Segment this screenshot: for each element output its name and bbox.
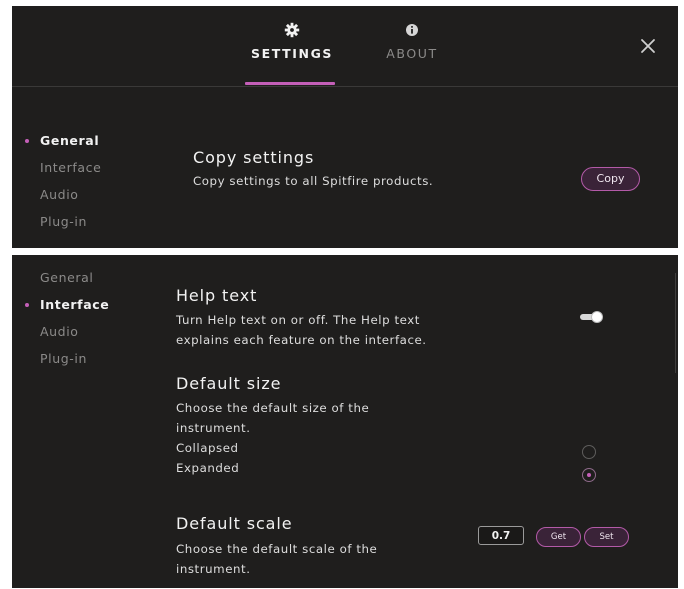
toggle-knob — [592, 312, 602, 322]
sidebar-item-general[interactable]: General — [12, 269, 152, 296]
size-option-expanded-radio[interactable] — [582, 468, 596, 482]
default-scale-title: Default scale — [176, 514, 293, 533]
close-icon[interactable] — [638, 36, 658, 56]
sidebar-item-label: Plug-in — [40, 214, 87, 229]
default-scale-description: Choose the default scale of the instrume… — [176, 539, 496, 579]
default-size-description-line: instrument. — [176, 421, 251, 435]
gear-icon — [284, 22, 300, 38]
settings-panel-general: SETTINGS ABOUT General Interface Audio P… — [12, 6, 678, 248]
active-dot — [25, 303, 29, 307]
tab-about[interactable]: ABOUT — [352, 6, 472, 86]
size-option-collapsed-label: Collapsed — [176, 441, 239, 455]
active-tab-indicator — [245, 82, 335, 85]
sidebar-item-label: Interface — [40, 297, 110, 312]
sidebar-item-audio[interactable]: Audio — [12, 323, 152, 350]
sidebar-item-label: Interface — [40, 160, 102, 175]
help-text-title: Help text — [176, 286, 258, 305]
info-icon — [406, 24, 418, 36]
size-option-expanded-label: Expanded — [176, 461, 240, 475]
default-size-description-line: Choose the default size of the — [176, 401, 370, 415]
sidebar-item-label: Audio — [40, 187, 79, 202]
help-text-description: Turn Help text on or off. The Help text … — [176, 310, 496, 350]
settings-sidebar: General Interface Audio Plug-in — [12, 132, 152, 240]
scrollbar[interactable] — [675, 273, 679, 373]
default-scale-input[interactable] — [478, 526, 524, 545]
active-dot — [25, 139, 29, 143]
set-scale-button[interactable]: Set — [584, 527, 629, 547]
help-text-toggle[interactable] — [580, 312, 602, 322]
sidebar-item-general[interactable]: General — [12, 132, 152, 159]
help-text-description-line: Turn Help text on or off. The Help text — [176, 313, 420, 327]
sidebar-item-plugin[interactable]: Plug-in — [12, 350, 152, 377]
sidebar-item-interface[interactable]: Interface — [12, 296, 152, 323]
sidebar-item-label: General — [40, 270, 94, 285]
default-size-title: Default size — [176, 374, 282, 393]
sidebar-item-label: Plug-in — [40, 351, 87, 366]
copy-button[interactable]: Copy — [581, 167, 640, 191]
settings-sidebar: General Interface Audio Plug-in — [12, 269, 152, 377]
tab-settings-label: SETTINGS — [250, 46, 334, 61]
settings-header: SETTINGS ABOUT — [12, 6, 678, 87]
help-text-description-line: explains each feature on the interface. — [176, 333, 427, 347]
tab-settings[interactable]: SETTINGS — [232, 6, 352, 86]
tab-about-label: ABOUT — [386, 46, 438, 61]
default-scale-description-line: Choose the default scale of the — [176, 542, 378, 556]
sidebar-item-label: Audio — [40, 324, 79, 339]
copy-settings-description: Copy settings to all Spitfire products. — [193, 174, 434, 188]
get-scale-button[interactable]: Get — [536, 527, 581, 547]
sidebar-item-audio[interactable]: Audio — [12, 186, 152, 213]
size-option-collapsed-radio[interactable] — [582, 445, 596, 459]
settings-panel-interface: General Interface Audio Plug-in Help tex… — [12, 255, 678, 588]
default-scale-description-line: instrument. — [176, 562, 251, 576]
copy-settings-title: Copy settings — [193, 148, 315, 167]
default-size-description: Choose the default size of the instrumen… — [176, 398, 496, 478]
sidebar-item-interface[interactable]: Interface — [12, 159, 152, 186]
sidebar-item-plugin[interactable]: Plug-in — [12, 213, 152, 240]
sidebar-item-label: General — [40, 133, 100, 148]
radio-selected-dot — [587, 473, 591, 477]
